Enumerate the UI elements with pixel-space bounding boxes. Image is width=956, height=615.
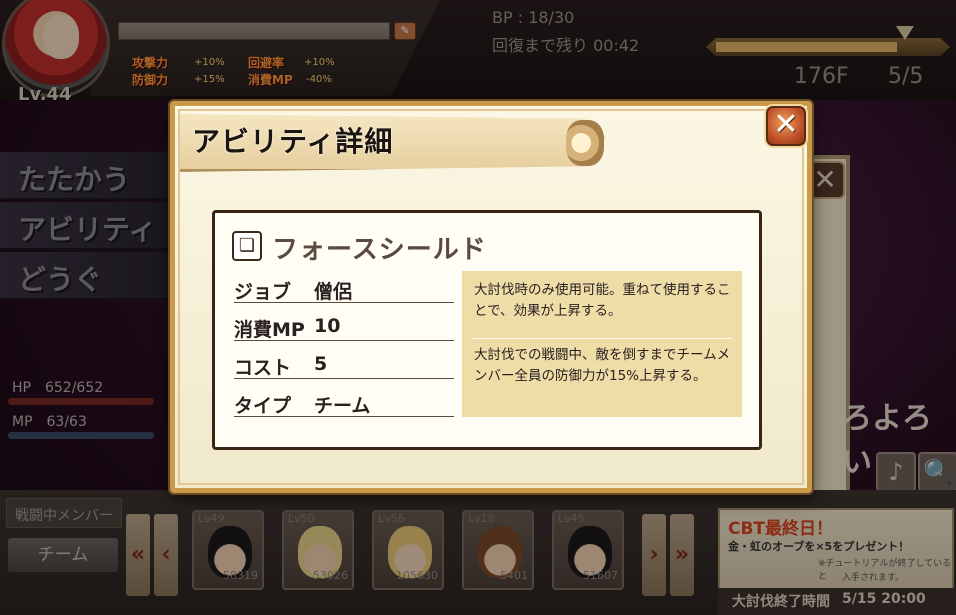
detail-value: 僧侶 <box>314 281 353 303</box>
description-divider <box>472 338 732 339</box>
skill-scroll-icon: ❏ <box>232 231 262 261</box>
detail-row-mp: 消費MP 10 <box>234 311 454 341</box>
close-icon[interactable]: ✕ <box>766 106 806 146</box>
detail-row-type: タイプ チーム <box>234 387 454 417</box>
detail-value: 5 <box>314 353 328 375</box>
detail-row-job: ジョブ 僧侶 <box>234 273 454 303</box>
detail-key: コスト <box>234 357 292 379</box>
detail-value: チーム <box>314 395 371 417</box>
detail-key: ジョブ <box>234 281 292 303</box>
description-usage: 大討伐時のみ使用可能。重ねて使用することで、効果が上昇する。 <box>474 282 731 319</box>
modal-title: アビリティ詳細 <box>192 125 394 158</box>
description-effect: 大討伐での戦闘中、敵を倒すまでチームメンバー全員の防御力が15%上昇する。 <box>474 347 731 384</box>
detail-row-cost: コスト 5 <box>234 349 454 379</box>
detail-key: 消費MP <box>234 319 305 341</box>
detail-key: タイプ <box>234 395 292 417</box>
detail-value: 10 <box>314 315 341 337</box>
skill-name: フォースシールド <box>272 235 487 265</box>
scroll-roll-icon <box>566 120 604 166</box>
